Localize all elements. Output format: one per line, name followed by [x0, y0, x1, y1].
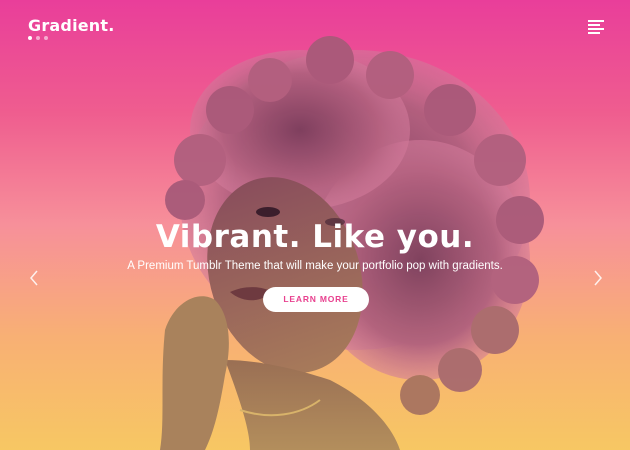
hero-subline: A Premium Tumblr Theme that will make yo…	[127, 260, 503, 272]
site-header: Gradient.	[0, 0, 630, 50]
brand-logo[interactable]: Gradient.	[28, 16, 115, 35]
page: Gradient. Vibrant. Like you. A Premium T…	[0, 0, 630, 450]
slide-indicator	[28, 36, 48, 40]
slide-dot-3[interactable]	[44, 36, 48, 40]
chevron-left-icon[interactable]	[27, 268, 41, 288]
learn-more-button[interactable]: LEARN MORE	[263, 287, 369, 312]
hero-headline: Vibrant. Like you.	[155, 219, 475, 255]
slide-dot-2[interactable]	[36, 36, 40, 40]
slide-dot-1[interactable]	[28, 36, 32, 40]
hero-section: Vibrant. Like you. A Premium Tumblr Them…	[0, 218, 630, 272]
chevron-right-icon[interactable]	[591, 268, 605, 288]
hamburger-menu-icon[interactable]	[588, 20, 604, 34]
